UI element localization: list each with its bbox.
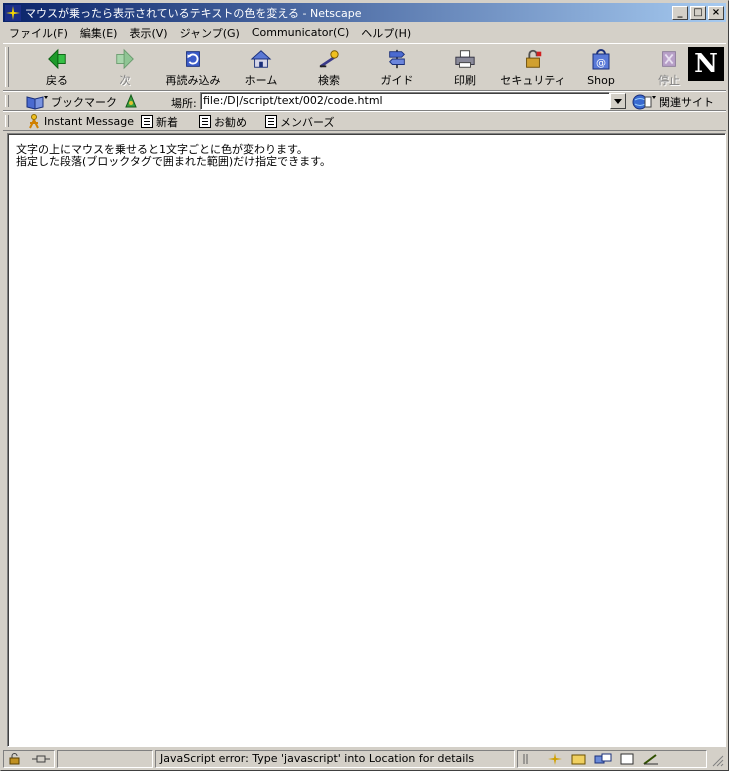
page-icon (265, 115, 277, 128)
netscape-logo[interactable]: N (688, 47, 724, 81)
forward-arrow-icon (116, 48, 134, 70)
home-icon (250, 50, 272, 68)
instant-message-icon (29, 114, 39, 129)
navigation-toolbar: 戻る 次 再読み込み ホーム 検索 ガイド 印刷 セキュリティ @ Shop 停… (3, 43, 726, 91)
related-sites-label: 関連サイト (659, 95, 714, 109)
shop-button[interactable]: @ Shop (571, 46, 631, 88)
search-icon (319, 50, 339, 68)
stop-label: 停止 (658, 74, 680, 87)
mail-icon[interactable] (570, 753, 588, 765)
security-button[interactable]: セキュリティ (500, 46, 566, 88)
menu-communicator[interactable]: Communicator(C) (246, 26, 355, 39)
page-proxy-icon[interactable] (123, 93, 139, 109)
reload-button[interactable]: 再読み込み (163, 46, 223, 88)
new-label: 新着 (156, 115, 178, 129)
toolbar-grip[interactable] (5, 47, 9, 87)
bookmarks-button[interactable]: ブックマーク (25, 93, 117, 110)
menu-edit[interactable]: 編集(E) (74, 25, 124, 41)
back-arrow-icon (48, 48, 66, 70)
svg-text:@: @ (596, 58, 606, 69)
location-input[interactable]: file:/D|/script/text/002/code.html (200, 92, 610, 110)
lock-icon (526, 49, 542, 68)
new-button[interactable]: 新着 (141, 114, 178, 129)
bookmarks-label: ブックマーク (51, 95, 117, 109)
shop-label: Shop (587, 74, 615, 87)
members-label: メンバーズ (280, 115, 335, 129)
window-controls: _ □ × (670, 5, 724, 20)
back-button[interactable]: 戻る (27, 46, 87, 88)
window-title: マウスが乗ったら表示されているテキストの色を変える - Netscape (25, 6, 362, 20)
guide-icon (389, 49, 405, 69)
toolbar-grip[interactable] (5, 115, 9, 127)
location-dropdown-button[interactable] (610, 93, 626, 109)
component-grip-icon[interactable] (522, 753, 540, 765)
padlock-icon (9, 753, 20, 765)
netscape-app-icon (5, 4, 21, 21)
browser-window: マウスが乗ったら表示されているテキストの色を変える - Netscape _ □… (0, 0, 729, 771)
status-security-section[interactable] (3, 750, 55, 768)
instant-message-button[interactable]: Instant Message (27, 114, 134, 129)
progress-section (57, 750, 153, 768)
guide-button[interactable]: ガイド (367, 46, 427, 88)
netscape-logo-letter: N (694, 49, 718, 79)
menu-go[interactable]: ジャンプ(G) (174, 25, 246, 41)
print-icon (455, 50, 475, 68)
bookmark-icon (26, 95, 48, 110)
reload-label: 再読み込み (165, 74, 221, 87)
home-label: ホーム (244, 74, 278, 87)
status-bar: JavaScript error: Type 'javascript' into… (3, 749, 726, 769)
minimize-button[interactable]: _ (672, 5, 688, 20)
page-icon (141, 115, 153, 128)
toolbar-grip[interactable] (5, 95, 9, 107)
recommend-button[interactable]: お勧め (199, 114, 247, 129)
search-label: 検索 (318, 74, 340, 87)
status-message: JavaScript error: Type 'javascript' into… (160, 752, 475, 765)
content-line: 指定した段落(ブロックタグで囲まれた範囲)だけ指定できます。 (16, 155, 332, 168)
print-button[interactable]: 印刷 (435, 46, 495, 88)
members-button[interactable]: メンバーズ (265, 114, 334, 129)
resize-grip-icon[interactable] (712, 755, 724, 767)
stop-icon (662, 51, 676, 67)
component-bar (517, 750, 707, 768)
maximize-button[interactable]: □ (690, 5, 706, 20)
title-bar[interactable]: マウスが乗ったら表示されているテキストの色を変える - Netscape _ □… (3, 3, 726, 22)
forward-label: 次 (119, 74, 131, 87)
page-icon (199, 115, 211, 128)
guide-label: ガイド (380, 74, 414, 87)
recommend-label: お勧め (214, 115, 247, 129)
menu-help[interactable]: ヘルプ(H) (355, 25, 417, 41)
forward-button[interactable]: 次 (95, 46, 155, 88)
connection-icon (32, 755, 50, 763)
close-button[interactable]: × (708, 5, 724, 20)
page-content[interactable]: 文字の上にマウスを乗せると1文字ごとに色が変わります。 指定した段落(ブロックタ… (7, 133, 726, 747)
home-button[interactable]: ホーム (231, 46, 291, 88)
personal-toolbar: Instant Message 新着 お勧め メンバーズ (3, 111, 726, 131)
composer-icon[interactable] (642, 753, 660, 765)
back-label: 戻る (46, 74, 68, 87)
reload-icon (186, 51, 200, 67)
discussion-icon[interactable] (594, 753, 612, 765)
search-button[interactable]: 検索 (299, 46, 359, 88)
menu-bar: ファイル(F) 編集(E) 表示(V) ジャンプ(G) Communicator… (3, 23, 726, 42)
status-message-section: JavaScript error: Type 'javascript' into… (155, 750, 515, 768)
instant-message-label: Instant Message (44, 115, 134, 128)
location-label: 場所: (171, 97, 197, 110)
shop-icon: @ (592, 49, 610, 70)
related-sites-button[interactable]: 関連サイト (631, 93, 714, 110)
globe-icon (632, 94, 656, 109)
print-label: 印刷 (454, 74, 476, 87)
address-book-icon[interactable] (618, 753, 636, 765)
menu-view[interactable]: 表示(V) (123, 25, 173, 41)
location-toolbar: ブックマーク 場所: file:/D|/script/text/002/code… (3, 91, 726, 111)
security-label: セキュリティ (500, 74, 566, 87)
menu-file[interactable]: ファイル(F) (3, 25, 74, 41)
navigator-icon[interactable] (546, 753, 564, 765)
chevron-down-icon (614, 98, 622, 104)
